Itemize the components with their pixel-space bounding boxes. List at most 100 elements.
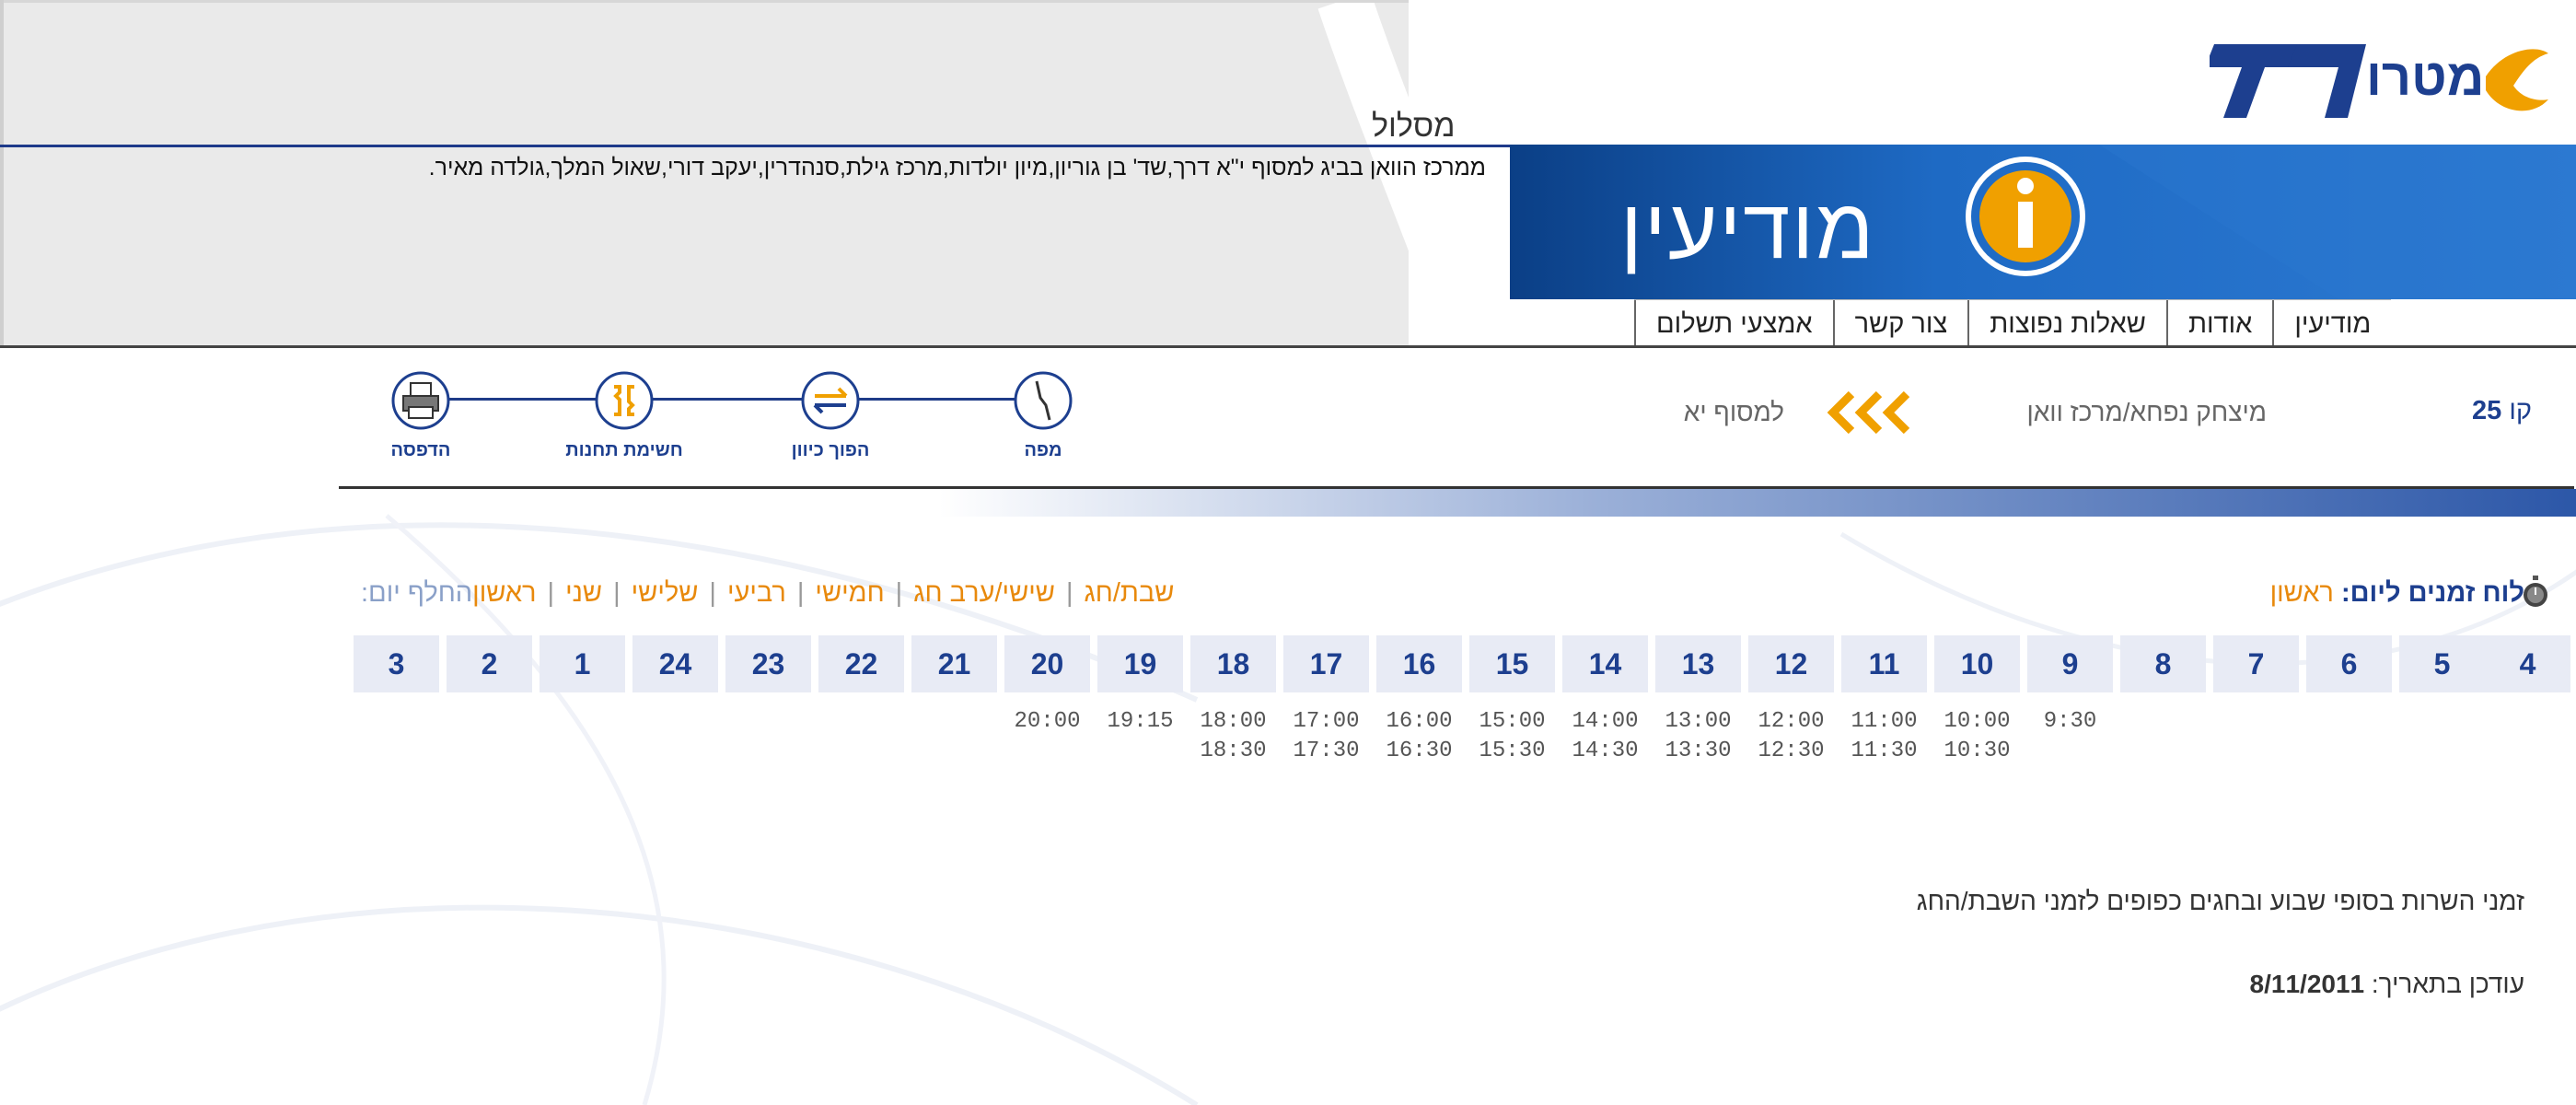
info-banner: מודיעין <box>1510 145 2576 299</box>
day-separator: | <box>709 578 716 608</box>
hour-cell[interactable]: 19 <box>1097 635 1183 692</box>
hour-cell[interactable]: 14 <box>1562 635 1648 692</box>
main-nav: מודיעין אודות שאלות נפוצות צור קשר אמצעי… <box>1634 299 2392 346</box>
day-sunday[interactable]: ראשון <box>472 578 536 609</box>
hour-cell[interactable]: 24 <box>632 635 718 692</box>
departure-times: 9:30 10:00 10:30 11:00 11:30 12:00 12:30 13:00 1… <box>346 707 2570 766</box>
day-thursday[interactable]: חמישי <box>815 578 884 609</box>
time-column: 10:00 10:30 <box>1934 707 2020 766</box>
time-column: 17:00 17:30 <box>1283 707 1369 766</box>
day-friday[interactable]: שישי/ערב חג <box>913 578 1055 609</box>
time-column: 15:00 15:30 <box>1469 707 1555 766</box>
line-destination: למסוף יא <box>1683 398 1784 426</box>
hour-cell[interactable]: 10 <box>1934 635 2020 692</box>
weekend-note: זמני השרות בסופי שבוע ובחגים כפופים לזמנ… <box>1916 887 2524 915</box>
day-separator: | <box>1065 578 1073 608</box>
departure-time: 14:30 <box>1572 739 1639 763</box>
departure-time: 20:00 <box>1014 709 1081 734</box>
hour-cell[interactable]: 2 <box>447 635 532 692</box>
hour-cell[interactable]: 20 <box>1004 635 1090 692</box>
time-column: 11:00 11:30 <box>1841 707 1927 766</box>
day-separator: | <box>895 578 903 608</box>
change-day-label: החלף יום: <box>361 578 473 608</box>
hour-cell[interactable]: 16 <box>1376 635 1462 692</box>
nav-item-info[interactable]: מודיעין <box>2272 300 2391 346</box>
header-bottom-border <box>0 345 2576 348</box>
map-button[interactable]: מפה <box>974 370 1112 461</box>
nav-item-contact[interactable]: צור קשר <box>1832 300 1968 346</box>
hour-cell[interactable]: 13 <box>1655 635 1741 692</box>
time-column: 18:00 18:30 <box>1190 707 1276 766</box>
departure-time: 12:30 <box>1758 739 1825 763</box>
time-column: 14:00 14:30 <box>1562 707 1648 766</box>
day-selector: החלף יום: ראשון | שני | שלישי | רביעי | … <box>342 578 1174 609</box>
line-origin: מיצחק נפחא/מרכז וואן <box>2026 398 2267 426</box>
hour-cell[interactable]: 15 <box>1469 635 1555 692</box>
time-column <box>540 707 625 766</box>
day-tuesday[interactable]: שלישי <box>632 578 699 609</box>
station-list-button[interactable]: חשימת תחנות <box>555 370 693 461</box>
hour-cell[interactable]: 11 <box>1841 635 1927 692</box>
blue-gradient-strip <box>939 489 2576 517</box>
departure-time: 15:30 <box>1479 739 1546 763</box>
direction-arrows-icon <box>1827 390 1910 435</box>
updated-label: עודכן בתאריך: <box>2371 970 2524 998</box>
line-label: קו <box>2509 396 2532 425</box>
time-column: 16:00 16:30 <box>1376 707 1462 766</box>
time-column <box>354 707 439 766</box>
printer-icon <box>391 371 450 430</box>
schedule-title: לוח זמנים ליום: ראשון <box>2270 578 2524 609</box>
frame-top <box>0 0 1409 3</box>
time-column <box>2213 707 2299 766</box>
hour-cell[interactable]: 18 <box>1190 635 1276 692</box>
nav-item-about[interactable]: אודות <box>2165 300 2272 346</box>
frame-left <box>0 0 4 345</box>
nav-item-payment[interactable]: אמצעי תשלום <box>1634 300 1833 346</box>
hour-cell[interactable]: 1 <box>540 635 625 692</box>
hour-cell[interactable]: 6 <box>2306 635 2392 692</box>
hour-cell[interactable]: 21 <box>911 635 997 692</box>
day-wednesday[interactable]: רביעי <box>727 578 786 609</box>
metropoline-logo[interactable]: מטרו <box>2210 26 2550 127</box>
departure-time: 15:00 <box>1479 709 1546 734</box>
day-separator: | <box>547 578 555 608</box>
svg-text:מטרו: מטרו <box>2366 48 2484 106</box>
station-list-icon <box>595 371 654 430</box>
reverse-direction-icon <box>801 371 860 430</box>
print-label: הדפסה <box>390 440 451 460</box>
hour-cell[interactable]: 12 <box>1748 635 1834 692</box>
hour-cell[interactable]: 9 <box>2027 635 2113 692</box>
nav-item-faq[interactable]: שאלות נפוצות <box>1967 300 2166 346</box>
hour-cell[interactable]: 17 <box>1283 635 1369 692</box>
departure-time: 13:00 <box>1665 709 1732 734</box>
hour-cell[interactable]: 8 <box>2120 635 2206 692</box>
time-column <box>2399 707 2485 766</box>
hour-cell[interactable]: 4 <box>2485 635 2570 692</box>
day-monday[interactable]: שני <box>565 578 602 609</box>
schedule-title-label: לוח זמנים ליום: <box>2340 578 2524 608</box>
hour-cell[interactable]: 7 <box>2213 635 2299 692</box>
departure-time: 17:00 <box>1293 709 1360 734</box>
time-column <box>911 707 997 766</box>
day-saturday[interactable]: שבת/חג <box>1085 578 1175 609</box>
departure-time: 10:30 <box>1944 739 2011 763</box>
departure-time: 19:15 <box>1107 709 1174 734</box>
departure-time: 9:30 <box>2043 709 2097 734</box>
time-column: 19:15 <box>1097 707 1183 766</box>
departure-time: 12:00 <box>1758 709 1825 734</box>
hour-cell[interactable]: 5 <box>2399 635 2485 692</box>
updated-date: עודכן בתאריך: 8/11/2011 <box>2250 970 2524 999</box>
hour-cell[interactable]: 3 <box>354 635 439 692</box>
hour-cell[interactable]: 22 <box>818 635 904 692</box>
route-map-icon <box>1014 371 1073 430</box>
departure-time: 18:30 <box>1200 739 1267 763</box>
tools-connector <box>425 398 1051 401</box>
day-separator: | <box>796 578 805 608</box>
reverse-direction-button[interactable]: הפוך כיוון <box>761 370 899 461</box>
time-column <box>447 707 532 766</box>
print-button[interactable]: הדפסה <box>352 370 490 461</box>
time-column <box>2485 707 2570 766</box>
time-column <box>818 707 904 766</box>
route-title: מסלול <box>1372 109 1456 144</box>
hour-cell[interactable]: 23 <box>725 635 811 692</box>
